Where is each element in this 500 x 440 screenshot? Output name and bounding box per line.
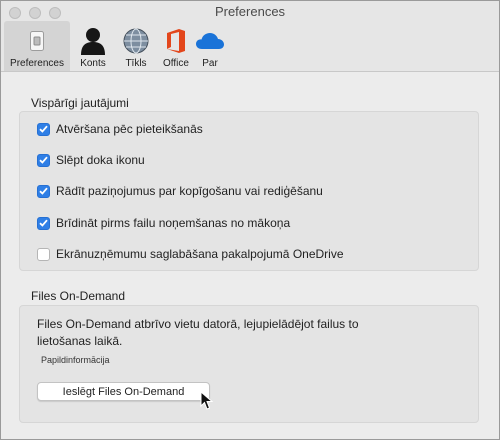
checkbox-save-screenshots[interactable] [37, 247, 50, 261]
files-on-demand-description: Files On-Demand atbrīvo vietu datorā, le… [37, 317, 359, 348]
tab-office-label: Office [163, 58, 189, 69]
tab-par[interactable]: Par [196, 21, 224, 71]
tab-preferences-label: Preferences [10, 58, 64, 69]
tab-tikls[interactable]: Tīkls [116, 21, 156, 71]
option-save-screenshots-label: Ekrānuzņēmumu saglabāšana pakalpojumā On… [56, 247, 344, 261]
tab-par-label: Par [202, 58, 218, 69]
globe-icon [122, 27, 150, 55]
checkmark-icon [39, 156, 48, 164]
checkbox-hide-dock-icon[interactable] [37, 153, 50, 167]
title-bar: Preferences Preferences Konts Tīkls Offi… [1, 1, 499, 72]
enable-files-on-demand-button[interactable]: Ieslēgt Files On-Demand [37, 382, 210, 401]
option-save-screenshots[interactable]: Ekrānuzņēmumu saglabāšana pakalpojumā On… [37, 247, 344, 261]
option-open-at-login[interactable]: Atvēršana pēc pieteikšanās [37, 122, 203, 136]
more-info-link[interactable]: Papildinformācija [41, 355, 110, 365]
tab-tikls-label: Tīkls [125, 58, 147, 69]
checkmark-icon [39, 125, 48, 133]
preferences-window: Preferences Preferences Konts Tīkls Offi… [0, 0, 500, 440]
checkbox-open-at-login[interactable] [37, 122, 50, 136]
mouse-pointer-icon [200, 390, 214, 414]
option-show-notifications[interactable]: Rādīt paziņojumus par kopīgošanu vai red… [37, 184, 323, 198]
option-warn-before-removing-label: Brīdināt pirms failu noņemšanas no mākoņ… [56, 216, 291, 230]
office-icon [162, 27, 190, 55]
tab-preferences[interactable]: Preferences [4, 21, 70, 71]
files-on-demand-section-title: Files On-Demand [31, 289, 126, 303]
general-section-title: Vispārīgi jautājumi [31, 96, 129, 110]
switch-icon [23, 27, 51, 55]
option-show-notifications-label: Rādīt paziņojumus par kopīgošanu vai red… [56, 184, 323, 198]
checkbox-show-notifications[interactable] [37, 184, 50, 198]
tab-konts-label: Konts [80, 58, 106, 69]
checkmark-icon [39, 219, 48, 227]
tab-office[interactable]: Office [156, 21, 196, 71]
window-title: Preferences [214, 4, 286, 19]
person-icon [79, 27, 107, 55]
option-hide-dock-icon[interactable]: Slēpt doka ikonu [37, 153, 145, 167]
checkmark-icon [39, 187, 48, 195]
checkbox-warn-before-removing[interactable] [37, 216, 50, 230]
cloud-icon [196, 27, 224, 55]
preferences-toolbar: Preferences Konts Tīkls Office Par [4, 21, 224, 71]
option-hide-dock-icon-label: Slēpt doka ikonu [56, 153, 145, 167]
option-open-at-login-label: Atvēršana pēc pieteikšanās [56, 122, 203, 136]
option-warn-before-removing[interactable]: Brīdināt pirms failu noņemšanas no mākoņ… [37, 216, 290, 230]
tab-konts[interactable]: Konts [70, 21, 116, 71]
